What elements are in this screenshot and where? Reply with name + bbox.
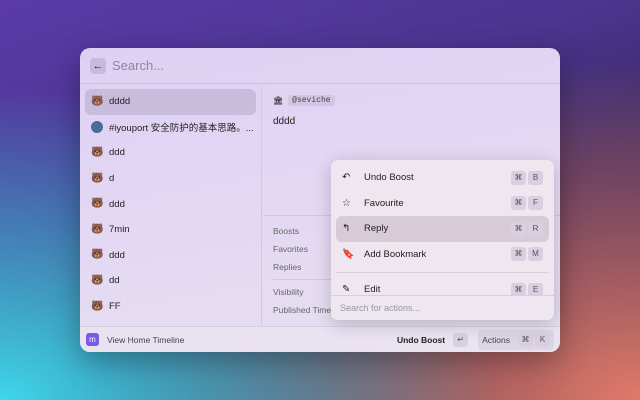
star-icon: ☆	[342, 197, 351, 209]
timeline-item[interactable]: 🐻 FF	[85, 294, 256, 320]
menu-item-label: Favourite	[364, 197, 404, 209]
actions-menu: ↶ Undo Boost ⌘ B ☆ Favourite ⌘ F ↰ Reply ⌘ R 🔖 Add Bo…	[331, 160, 554, 320]
cartoon-avatar: 🐻	[91, 223, 104, 235]
timeline-item-text: ddd	[109, 249, 125, 261]
action-search	[331, 295, 554, 320]
menu-item-label: Edit	[364, 284, 381, 296]
action-bar: m View Home Timeline Undo Boost ↵ Action…	[80, 326, 560, 352]
timeline-item-text: ddd	[109, 147, 125, 159]
actions-button[interactable]: Actions ⌘ K	[478, 329, 554, 350]
action-search-input[interactable]	[340, 303, 545, 313]
timeline-item[interactable]: 🐻 ddd	[85, 243, 256, 269]
timeline-item-text: #iyouport 安全防护的基本思路。...	[109, 123, 254, 135]
cartoon-avatar: 🐻	[91, 198, 104, 210]
cartoon-avatar: 🐻	[91, 300, 104, 312]
handle-tag: @seviche	[288, 95, 335, 106]
timeline-item-text: d	[109, 173, 115, 185]
primary-action-button[interactable]: Undo Boost	[397, 335, 445, 345]
search-input[interactable]	[112, 58, 512, 73]
timeline-item-text: dd	[109, 275, 120, 287]
menu-item-label: Add Bookmark	[364, 248, 427, 260]
cmd-key: ⌘	[511, 170, 526, 185]
search-bar: ←	[80, 48, 560, 84]
timeline-item[interactable]: 🐻 7min	[85, 217, 256, 243]
reply-icon: ↰	[342, 223, 351, 235]
shortcut-key: B	[528, 170, 543, 185]
timeline-item[interactable]: #iyouport 安全防护的基本思路。...	[85, 115, 256, 141]
cartoon-avatar: 🐻	[91, 274, 104, 286]
timeline-list: 🐻 dddd #iyouport 安全防护的基本思路。... 🐻 ddd 🐻 d 🐻 ddd 🐻 7…	[80, 85, 262, 326]
menu-item-favourite[interactable]: ☆ Favourite ⌘ F	[336, 191, 549, 217]
cmd-key: ⌘	[511, 221, 526, 236]
cmd-key: ⌘	[511, 247, 526, 262]
arrow-left-icon: ←	[92, 59, 104, 72]
timeline-item-text: FF	[109, 301, 121, 313]
k-key: K	[535, 332, 550, 347]
actions-label: Actions	[482, 334, 510, 345]
menu-item-undo-boost[interactable]: ↶ Undo Boost ⌘ B	[336, 165, 549, 191]
mastodon-logo-icon: m	[86, 333, 99, 346]
undo-icon: ↶	[342, 172, 351, 184]
timeline-item[interactable]: 🐻 dd	[85, 268, 256, 294]
post-content: dddd	[273, 116, 296, 127]
timeline-item-text: dddd	[109, 96, 131, 108]
cmd-key: ⌘	[511, 196, 526, 211]
shortcut-key: R	[528, 221, 543, 236]
shortcut-key: F	[528, 196, 543, 211]
menu-item-add-bookmark[interactable]: 🔖 Add Bookmark ⌘ M	[336, 242, 549, 268]
menu-item-reply[interactable]: ↰ Reply ⌘ R	[336, 216, 549, 242]
timeline-item-text: ddd	[109, 198, 125, 210]
cartoon-avatar: 🐻	[91, 249, 104, 261]
pencil-icon: ✎	[342, 284, 351, 296]
cartoon-avatar: 🐻	[91, 146, 104, 158]
timeline-item[interactable]: 🐻 d	[85, 166, 256, 192]
timeline-item[interactable]: 🐻 ddd	[85, 191, 256, 217]
bookmark-icon: 🔖	[342, 248, 355, 260]
back-button[interactable]: ←	[90, 57, 106, 74]
footer-title: View Home Timeline	[107, 334, 185, 345]
menu-item-label: Undo Boost	[364, 172, 414, 184]
enter-key: ↵	[453, 332, 469, 347]
timeline-item-text: 7min	[109, 224, 130, 236]
timeline-item[interactable]: 🐻 dddd	[85, 89, 256, 115]
bank-icon: 🏛	[273, 96, 284, 105]
cartoon-avatar: 🐻	[91, 172, 104, 184]
cmd-key: ⌘	[518, 332, 533, 347]
cartoon-avatar: 🐻	[91, 95, 104, 107]
shortcut-key: M	[528, 247, 543, 262]
timeline-item[interactable]: 🐻 ddd	[85, 140, 256, 166]
menu-item-label: Reply	[364, 223, 389, 235]
round-avatar	[91, 121, 103, 134]
